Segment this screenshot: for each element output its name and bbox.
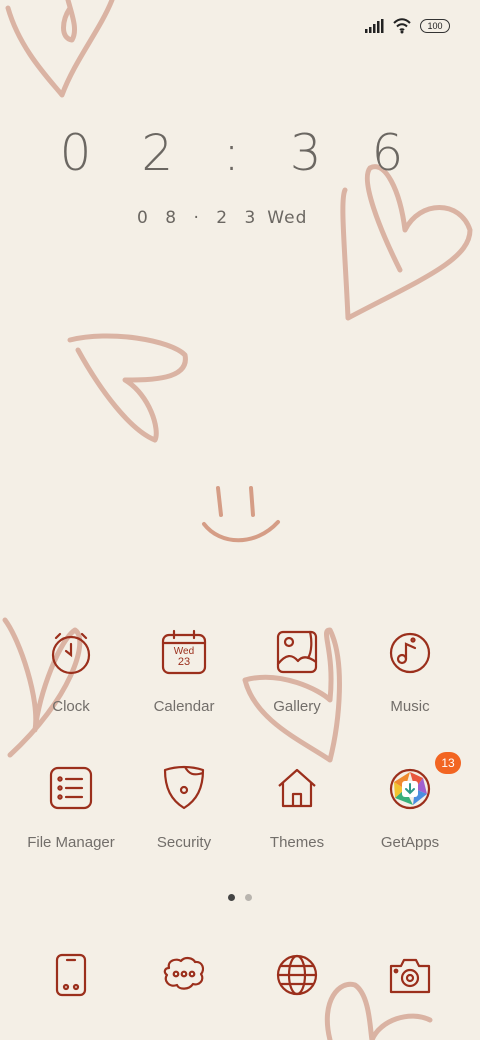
app-getapps[interactable]: 13 GetApps: [350, 752, 470, 851]
page-dot-inactive[interactable]: [245, 894, 252, 901]
dock-phone[interactable]: [46, 950, 96, 1000]
notification-badge: 13: [435, 752, 461, 774]
file-manager-icon: [46, 764, 96, 814]
app-label: Themes: [269, 834, 325, 851]
signal-icon: [365, 19, 384, 33]
dock-messages[interactable]: [159, 950, 209, 1000]
app-security[interactable]: Security: [124, 764, 244, 851]
camera-icon: [389, 958, 431, 994]
app-label: Security: [156, 834, 212, 851]
app-label: Calendar: [153, 698, 215, 715]
heart-doodle-right: [340, 164, 473, 321]
browser-globe-icon: [276, 954, 318, 996]
app-themes[interactable]: Themes: [237, 764, 357, 851]
wifi-icon: [393, 18, 411, 34]
app-label: File Manager: [27, 834, 115, 851]
app-label: Gallery: [273, 698, 321, 715]
smiley-doodle: [202, 486, 280, 543]
page-indicator[interactable]: [228, 894, 252, 901]
app-music[interactable]: Music: [350, 628, 470, 715]
battery-indicator: 100: [420, 19, 450, 33]
heart-doodle-top-left: [5, 0, 115, 98]
weekday-text: Wed: [267, 208, 308, 228]
status-bar: 100: [364, 18, 450, 34]
app-file-manager[interactable]: File Manager: [11, 764, 131, 851]
house-icon: [272, 764, 322, 814]
date-text: 0 8 · 2 3: [137, 208, 262, 228]
app-label: Music: [390, 698, 430, 715]
security-shield-icon: [159, 764, 209, 814]
app-label: Clock: [52, 698, 90, 715]
app-label: GetApps: [380, 834, 440, 851]
clock-icon: [46, 628, 96, 678]
heart-doodle-left: [67, 333, 188, 443]
dock-browser[interactable]: [272, 950, 322, 1000]
dock-camera[interactable]: [385, 950, 435, 1000]
clock-widget-date[interactable]: 0 8 · 2 3 Wed: [137, 208, 307, 228]
calendar-icon-day: 23: [178, 656, 190, 668]
music-icon: [385, 628, 435, 678]
app-clock[interactable]: Clock: [11, 628, 131, 715]
app-gallery[interactable]: Gallery: [237, 628, 357, 715]
clock-widget-time[interactable]: 0 2 : 3 6: [0, 124, 480, 182]
messages-icon: [163, 956, 205, 990]
page-dot-active[interactable]: [228, 894, 235, 901]
gallery-icon: [272, 628, 322, 678]
phone-icon: [55, 953, 87, 997]
getapps-icon: 13: [385, 752, 461, 814]
calendar-icon: Wed 23: [159, 628, 209, 678]
app-calendar[interactable]: Wed 23 Calendar: [124, 628, 244, 715]
